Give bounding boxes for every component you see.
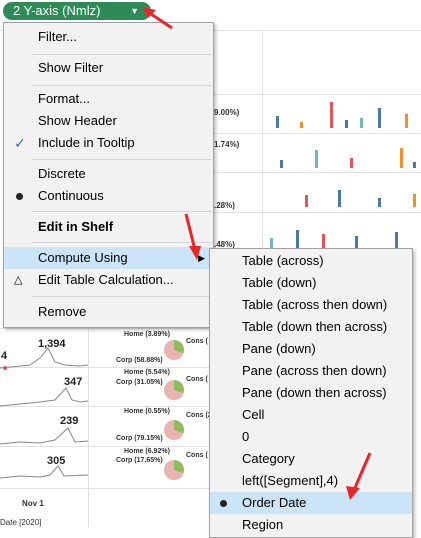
submenu-item-pane-down-then-across[interactable]: Pane (down then across) xyxy=(210,382,412,404)
pct-label: 1.74%) xyxy=(214,140,240,149)
pie-chart xyxy=(164,380,184,400)
menu-item-format[interactable]: Format... xyxy=(4,88,213,110)
submenu-item-region[interactable]: Region xyxy=(210,514,412,536)
submenu-item-left-segment[interactable]: left([Segment],4) xyxy=(210,470,412,492)
submenu-item-table-across-then-down[interactable]: Table (across then down) xyxy=(210,294,412,316)
radio-dot-icon xyxy=(16,193,23,200)
submenu-item-pane-across-then-down[interactable]: Pane (across then down) xyxy=(210,360,412,382)
delta-icon: △ xyxy=(14,274,23,286)
menu-item-show-filter[interactable]: Show Filter xyxy=(4,57,213,79)
menu-item-discrete[interactable]: Discrete xyxy=(4,163,213,185)
pie-chart xyxy=(164,340,184,360)
sparklines xyxy=(0,347,88,479)
menu-item-filter[interactable]: Filter... xyxy=(4,26,213,48)
pie-chart xyxy=(164,460,184,480)
radio-dot-icon xyxy=(220,500,227,507)
submenu-item-zero[interactable]: 0 xyxy=(210,426,412,448)
pill-label: 2 Y-axis (Nmlz) xyxy=(13,3,101,18)
menu-item-continuous[interactable]: Continuous xyxy=(4,185,213,207)
measure-pill[interactable]: 2 Y-axis (Nmlz) ▼ xyxy=(3,2,151,20)
annotation-arrow-icon xyxy=(346,452,372,500)
submenu-item-table-down-then-across[interactable]: Table (down then across) xyxy=(210,316,412,338)
pct-label: 9.00%) xyxy=(214,108,240,117)
submenu-item-category[interactable]: Category xyxy=(210,448,412,470)
menu-item-show-header[interactable]: Show Header xyxy=(4,110,213,132)
submenu-item-pane-down[interactable]: Pane (down) xyxy=(210,338,412,360)
menu-item-include-in-tooltip[interactable]: ✓ Include in Tooltip xyxy=(4,132,213,154)
compute-using-submenu: Table (across) Table (down) Table (acros… xyxy=(209,248,413,538)
submenu-item-cell[interactable]: Cell xyxy=(210,404,412,426)
pct-label: .28%) xyxy=(214,201,235,210)
axis-title-partial: Date [2020] xyxy=(0,518,42,527)
menu-item-remove[interactable]: Remove xyxy=(4,301,213,323)
submenu-item-table-across[interactable]: Table (across) xyxy=(210,250,412,272)
context-menu: Filter... Show Filter Format... Show Hea… xyxy=(3,22,214,328)
axis-tick-label: Nov 1 xyxy=(22,499,44,508)
submenu-item-order-date[interactable]: Order Date xyxy=(210,492,412,514)
pie-chart xyxy=(164,420,184,440)
annotation-arrow-icon xyxy=(142,7,173,30)
submenu-item-table-down[interactable]: Table (down) xyxy=(210,272,412,294)
menu-item-edit-table-calculation[interactable]: △ Edit Table Calculation... xyxy=(4,269,213,291)
annotation-arrow-icon xyxy=(184,213,201,260)
checkmark-icon: ✓ xyxy=(14,135,26,151)
